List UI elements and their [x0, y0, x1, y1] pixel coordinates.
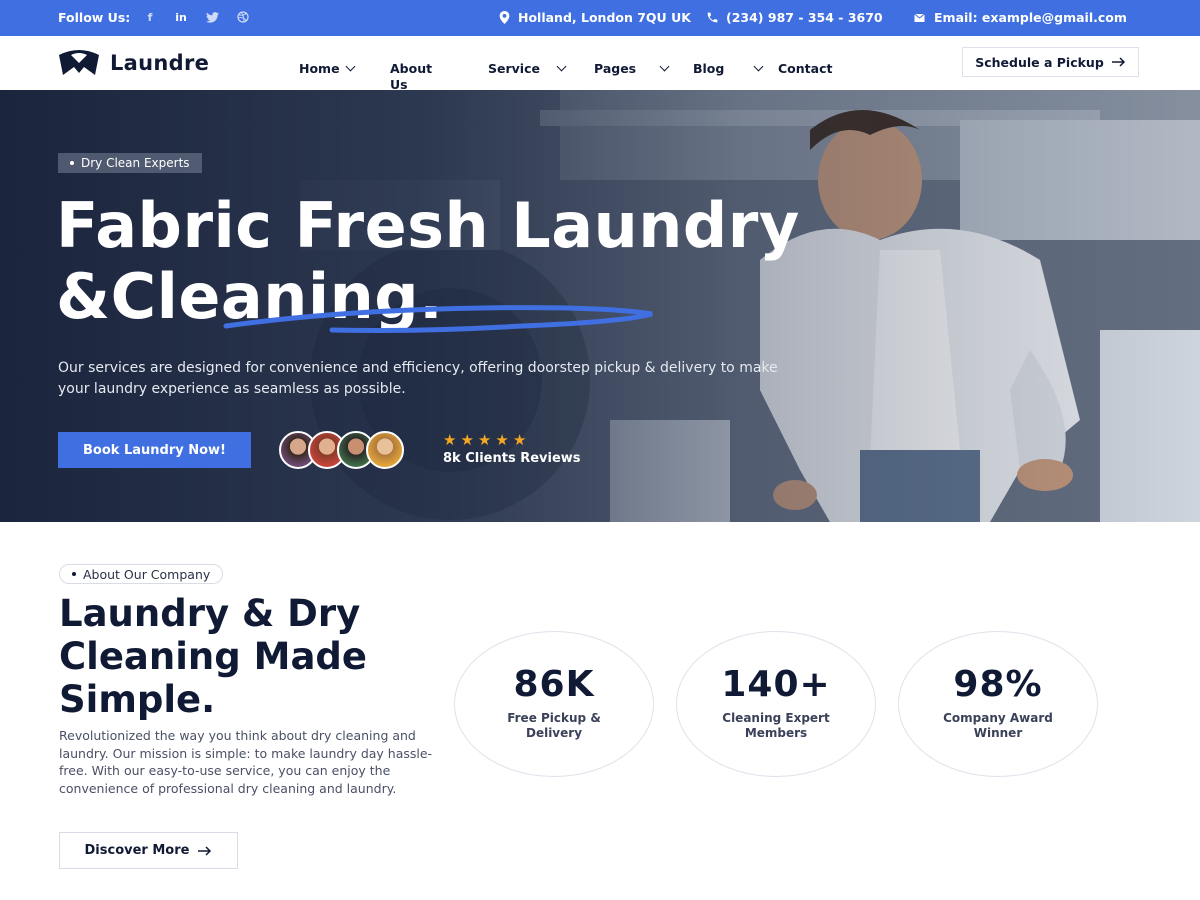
address-info: Holland, London 7QU UK — [498, 10, 691, 25]
arrow-right-icon — [1111, 57, 1125, 67]
stat-circle: 86K Free Pickup & Delivery — [454, 631, 654, 777]
about-description: Revolutionized the way you think about d… — [59, 728, 433, 796]
discover-more-button[interactable]: Discover More — [59, 832, 238, 869]
about-badge: About Our Company — [59, 564, 224, 584]
main-navbar: Laundre Home About Us Service Pages Blog… — [0, 36, 1200, 93]
site-logo[interactable]: Laundre — [57, 49, 209, 77]
nav-home-label: Home — [299, 61, 340, 76]
stat-circle: 140+ Cleaning Expert Members — [676, 631, 876, 777]
logo-text: Laundre — [110, 51, 210, 75]
brush-underline-decoration — [223, 305, 653, 333]
bullet-dot — [72, 572, 76, 576]
nav-pages[interactable]: Pages — [594, 61, 636, 76]
nav-blog[interactable]: Blog — [693, 61, 724, 76]
nav-about-label: About Us — [390, 61, 433, 92]
hero-title-line1: Fabric Fresh Laundry — [56, 189, 800, 262]
chevron-down-icon[interactable] — [659, 61, 670, 72]
star-icon: ★ — [443, 431, 457, 449]
nav-blog-label: Blog — [693, 61, 725, 76]
address-text: Holland, London 7QU UK — [518, 10, 691, 25]
facebook-icon[interactable]: f — [143, 10, 157, 24]
stat-label: Company Award Winner — [943, 711, 1053, 740]
reviews-count: 8k Clients Reviews — [443, 451, 581, 466]
email-info[interactable]: Email: example@gmail.com — [912, 10, 1127, 25]
schedule-pickup-label: Schedule a Pickup — [975, 54, 1104, 70]
follow-us-label: Follow Us: — [58, 10, 131, 25]
top-bar: Follow Us: f in Holland, London 7QU UK (… — [0, 0, 1200, 36]
phone-icon — [707, 12, 718, 23]
arrow-right-icon — [198, 845, 212, 856]
about-badge-text: About Our Company — [83, 566, 211, 582]
star-icon: ★ — [512, 431, 527, 449]
nav-contact-label: Contact — [778, 61, 833, 76]
chevron-down-icon[interactable] — [753, 61, 764, 72]
phone-text: (234) 987 - 354 - 3670 — [726, 10, 883, 25]
nav-service-label: Service — [488, 61, 540, 76]
stat-value: 140+ — [721, 664, 831, 705]
star-icon: ★ — [477, 431, 492, 449]
bullet-dot — [70, 161, 74, 165]
schedule-pickup-button[interactable]: Schedule a Pickup — [962, 47, 1139, 77]
dribbble-icon[interactable] — [236, 10, 250, 24]
stat-label: Cleaning Expert Members — [722, 711, 830, 740]
nav-service[interactable]: Service — [488, 61, 540, 76]
hero-section: Dry Clean Experts Fabric Fresh Laundry &… — [0, 90, 1200, 522]
star-rating: ★ ★ ★ ★ ★ — [443, 431, 526, 449]
shirt-collar-logo-icon — [59, 50, 99, 75]
star-icon: ★ — [495, 431, 509, 449]
nav-contact[interactable]: Contact — [778, 61, 832, 76]
mail-icon — [914, 13, 925, 22]
stat-circle: 98% Company Award Winner — [898, 631, 1098, 777]
star-icon: ★ — [460, 431, 474, 449]
nav-about[interactable]: About Us — [390, 61, 450, 93]
phone-info[interactable]: (234) 987 - 354 - 3670 — [706, 10, 883, 25]
nav-pages-label: Pages — [594, 61, 637, 76]
hero-badge-text: Dry Clean Experts — [81, 156, 190, 170]
chevron-down-icon[interactable] — [556, 61, 567, 72]
hero-badge: Dry Clean Experts — [58, 153, 202, 173]
stat-value: 86K — [513, 664, 595, 705]
twitter-icon[interactable] — [205, 10, 219, 24]
linkedin-icon[interactable]: in — [174, 10, 188, 24]
stat-value: 98% — [953, 664, 1043, 705]
hero-description: Our services are designed for convenienc… — [58, 360, 778, 397]
stat-label: Free Pickup & Delivery — [507, 711, 601, 740]
chevron-down-icon — [345, 61, 356, 72]
social-links: f in — [143, 10, 250, 24]
book-laundry-button[interactable]: Book Laundry Now! — [58, 432, 251, 468]
client-avatars — [279, 431, 404, 469]
location-pin-icon — [499, 11, 510, 24]
avatar — [366, 431, 404, 469]
discover-more-label: Discover More — [84, 843, 190, 858]
email-text: Email: example@gmail.com — [934, 10, 1127, 25]
about-title: Laundry & Dry Cleaning Made Simple. — [59, 592, 367, 721]
nav-home[interactable]: Home — [299, 61, 356, 76]
